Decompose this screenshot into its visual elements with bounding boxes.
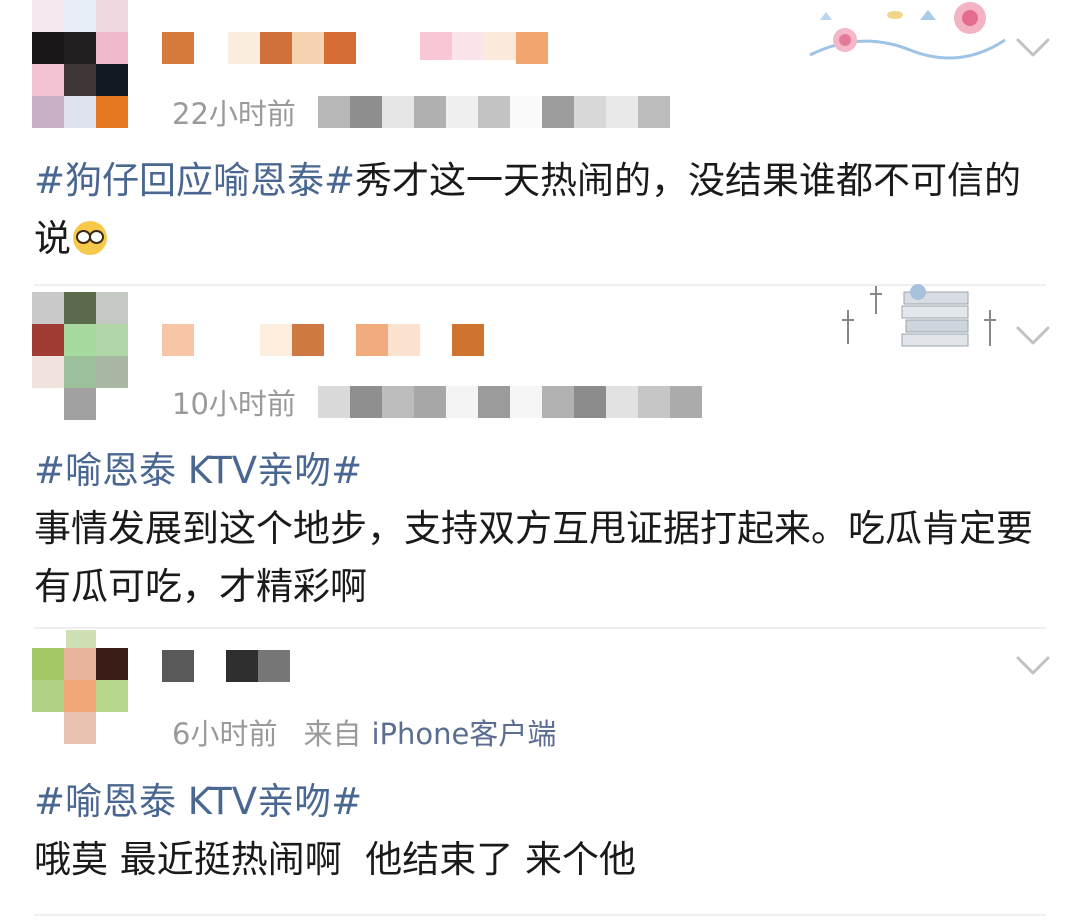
divider xyxy=(34,627,1046,629)
post-content: #狗仔回应喻恩泰#秀才这一天热闹的，没结果谁都不可信的说 xyxy=(34,152,1054,268)
decoration-flowers-icon xyxy=(809,2,1006,60)
username-obscured[interactable] xyxy=(162,324,492,356)
topic-link[interactable]: #喻恩泰 KTV亲吻# xyxy=(34,773,1054,831)
username-obscured[interactable] xyxy=(162,32,552,64)
comment-3: 6小时前 来自 iPhone客户端 #喻恩泰 KTV亲吻# 哦莫 最近挺热闹啊 … xyxy=(0,630,1080,921)
post-time: 22小时前 xyxy=(172,97,296,131)
post-content: #喻恩泰 KTV亲吻# 哦莫 最近挺热闹啊 他结束了 来个他 xyxy=(34,773,1054,889)
source-prefix: 来自 xyxy=(303,717,362,751)
avatar[interactable] xyxy=(32,630,128,748)
source-obscured xyxy=(317,96,670,128)
chevron-down-icon[interactable] xyxy=(1014,646,1052,684)
username-obscured[interactable] xyxy=(162,650,292,682)
comment-2: 10小时前 #喻恩泰 KTV亲吻# 事情发展到这个地步，支持双方互甩证据打起来。… xyxy=(0,284,1080,630)
post-meta: 10小时前 xyxy=(172,382,702,422)
source-obscured xyxy=(317,386,702,418)
topic-link[interactable]: #狗仔回应喻恩泰# xyxy=(34,159,355,202)
topic-link[interactable]: #喻恩泰 KTV亲吻# xyxy=(34,442,1054,500)
divider xyxy=(34,914,1046,916)
chevron-down-icon[interactable] xyxy=(1014,316,1052,354)
post-meta: 6小时前 来自 iPhone客户端 xyxy=(172,712,556,752)
avatar[interactable] xyxy=(32,292,128,420)
post-time: 10小时前 xyxy=(172,387,296,421)
post-meta: 22小时前 xyxy=(172,92,670,132)
post-text: 事情发展到这个地步，支持双方互甩证据打起来。吃瓜肯定要有瓜可吃，才精彩啊 xyxy=(34,507,1033,608)
source-client-link[interactable]: iPhone客户端 xyxy=(371,711,556,753)
comment-1: 22小时前 #狗仔回应喻恩泰#秀才这一天热闹的，没结果谁都不可信的说 xyxy=(0,0,1080,290)
post-text: 哦莫 最近挺热闹啊 他结束了 来个他 xyxy=(34,838,637,881)
decoration-books-icon xyxy=(842,284,996,347)
post-time: 6小时前 xyxy=(172,717,278,751)
chevron-down-icon[interactable] xyxy=(1014,28,1052,66)
avatar[interactable] xyxy=(32,0,128,130)
nerd-face-emoji-icon xyxy=(73,221,107,255)
post-content: #喻恩泰 KTV亲吻# 事情发展到这个地步，支持双方互甩证据打起来。吃瓜肯定要有… xyxy=(34,442,1054,616)
